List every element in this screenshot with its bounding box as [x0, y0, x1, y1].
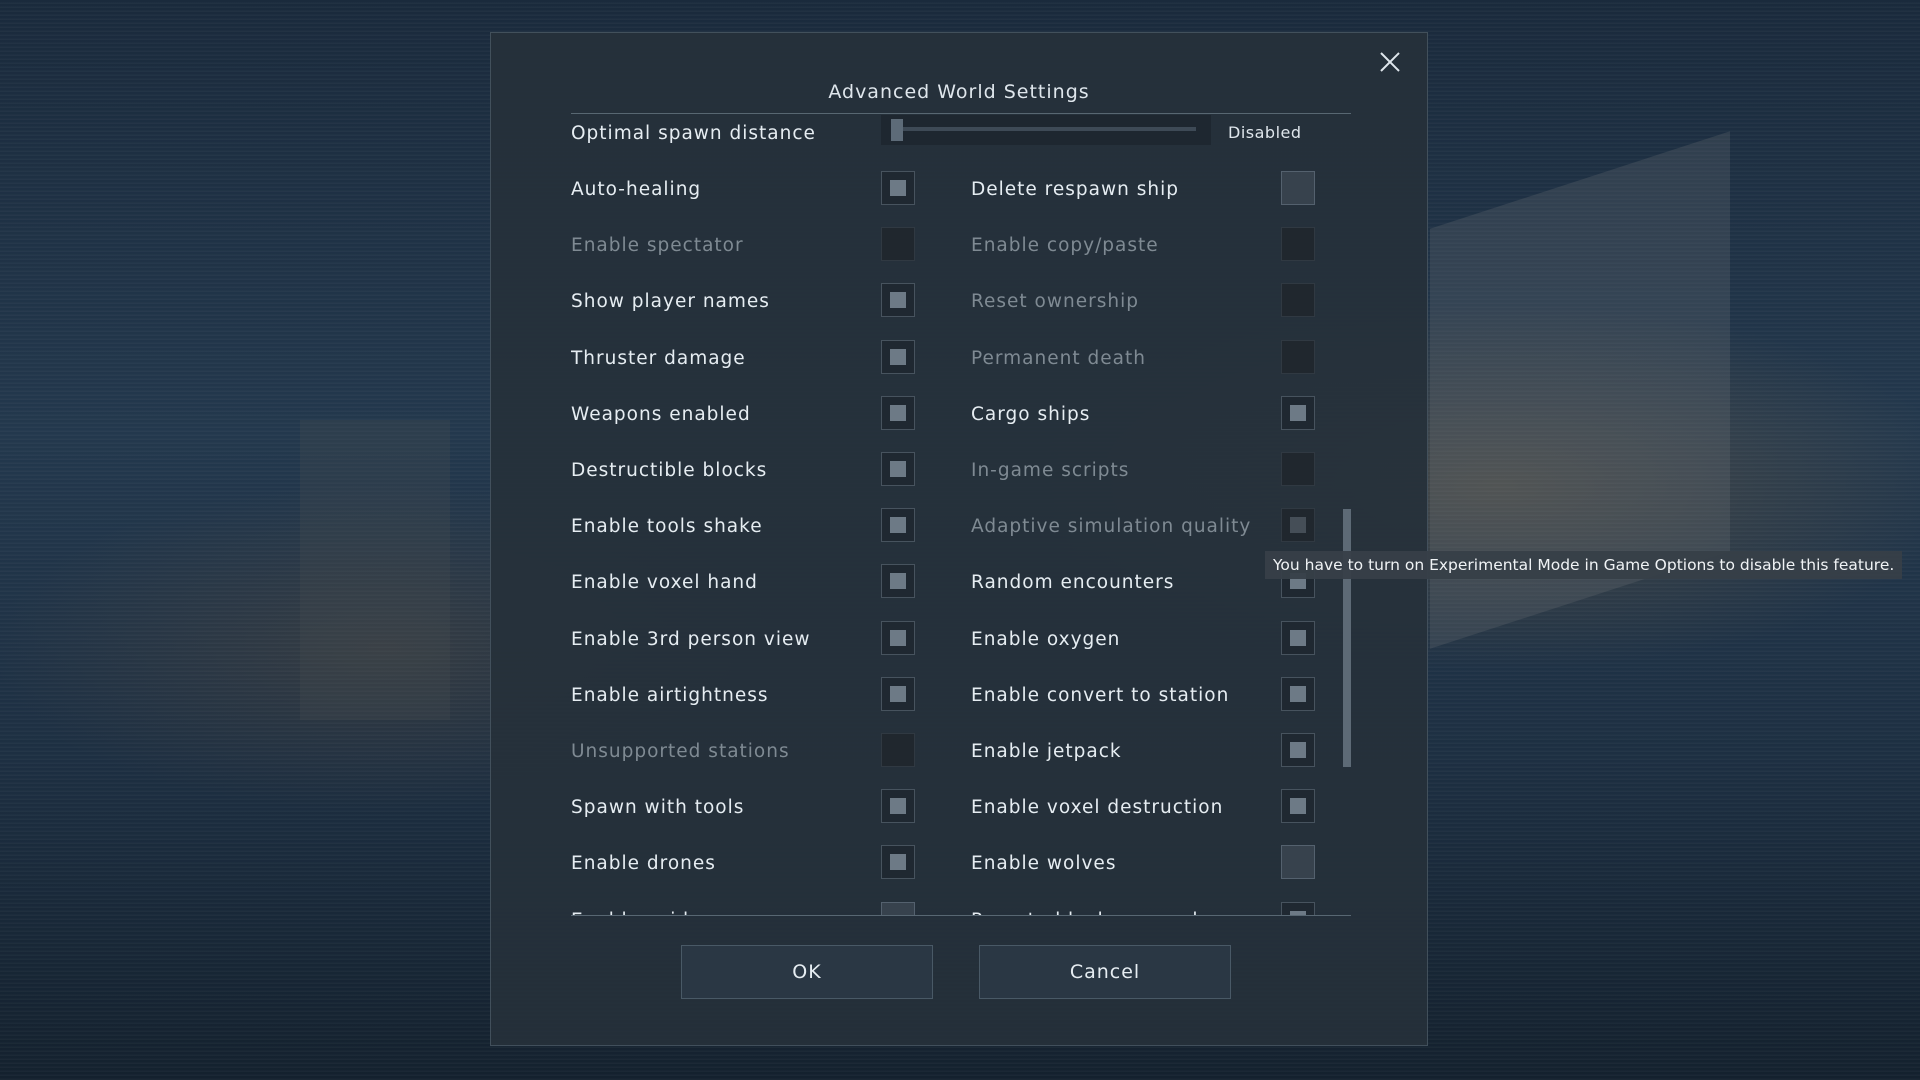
checkbox-delete-respawn-ship[interactable]: [1281, 171, 1315, 205]
checkbox-permanent-death: [1281, 340, 1315, 374]
checkmark-fill: [1290, 798, 1306, 814]
checkbox-enable-jetpack[interactable]: [1281, 733, 1315, 767]
checkmark-fill: [890, 292, 906, 308]
checkbox-enable-airtightness[interactable]: [881, 677, 915, 711]
checkmark-fill: [890, 349, 906, 365]
checkmark-fill: [1290, 742, 1306, 758]
setting-label-delete-respawn-ship: Delete respawn ship: [971, 179, 1179, 200]
scrollbar[interactable]: [1343, 509, 1351, 767]
checkbox-adaptive-simulation-quality: [1281, 508, 1315, 542]
setting-label-enable-3rd-person-view: Enable 3rd person view: [571, 629, 811, 650]
setting-label-enable-oxygen: Enable oxygen: [971, 629, 1121, 650]
checkmark-fill: [890, 461, 906, 477]
setting-label-thruster-damage: Thruster damage: [571, 348, 746, 369]
checkmark-fill: [890, 180, 906, 196]
setting-label-enable-spectator: Enable spectator: [571, 235, 744, 256]
ok-button[interactable]: OK: [681, 945, 933, 999]
checkbox-enable-3rd-person-view[interactable]: [881, 621, 915, 655]
settings-list: Optimal spawn distance Disabled Auto-hea…: [571, 115, 1351, 915]
setting-label-cargo-ships: Cargo ships: [971, 404, 1091, 425]
setting-label-weapons-enabled: Weapons enabled: [571, 404, 751, 425]
checkbox-enable-spectator: [881, 227, 915, 261]
setting-label-enable-drones: Enable drones: [571, 853, 716, 874]
checkbox-auto-healing[interactable]: [881, 171, 915, 205]
checkbox-thruster-damage[interactable]: [881, 340, 915, 374]
close-icon: [1380, 52, 1400, 72]
checkbox-destructible-blocks[interactable]: [881, 452, 915, 486]
checkbox-cargo-ships[interactable]: [1281, 396, 1315, 430]
checkbox-enable-tools-shake[interactable]: [881, 508, 915, 542]
checkbox-enable-oxygen[interactable]: [1281, 621, 1315, 655]
setting-label-adaptive-simulation-quality: Adaptive simulation quality: [971, 516, 1252, 537]
checkmark-fill: [890, 573, 906, 589]
checkbox-remote-block-removal[interactable]: [1281, 902, 1315, 915]
divider: [571, 915, 1351, 916]
background-structure: [300, 420, 450, 720]
checkbox-enable-convert-to-station[interactable]: [1281, 677, 1315, 711]
advanced-world-settings-dialog: Advanced World Settings Optimal spawn di…: [490, 32, 1428, 1046]
checkbox-unsupported-stations: [881, 733, 915, 767]
setting-label-show-player-names: Show player names: [571, 291, 770, 312]
slider-track: [891, 127, 1196, 131]
setting-label-unsupported-stations: Unsupported stations: [571, 741, 790, 762]
setting-label-enable-copy-paste: Enable copy/paste: [971, 235, 1159, 256]
slider-value: Disabled: [1228, 123, 1302, 142]
checkmark-fill: [890, 517, 906, 533]
checkmark-fill: [1290, 517, 1306, 533]
checkbox-show-player-names[interactable]: [881, 283, 915, 317]
checkmark-fill: [890, 854, 906, 870]
checkbox-enable-voxel-hand[interactable]: [881, 564, 915, 598]
setting-label-enable-voxel-destruction: Enable voxel destruction: [971, 797, 1224, 818]
divider: [571, 113, 1351, 114]
checkmark-fill: [1290, 630, 1306, 646]
close-button[interactable]: [1375, 47, 1405, 77]
dialog-title: Advanced World Settings: [828, 81, 1090, 103]
setting-label-enable-convert-to-station: Enable convert to station: [971, 685, 1230, 706]
setting-label-in-game-scripts: In-game scripts: [971, 460, 1130, 481]
checkbox-in-game-scripts: [1281, 452, 1315, 486]
checkbox-weapons-enabled[interactable]: [881, 396, 915, 430]
checkmark-fill: [1290, 686, 1306, 702]
setting-label-enable-jetpack: Enable jetpack: [971, 741, 1122, 762]
setting-label-enable-voxel-hand: Enable voxel hand: [571, 572, 758, 593]
checkmark-fill: [890, 405, 906, 421]
checkmark-fill: [890, 798, 906, 814]
setting-label-auto-healing: Auto-healing: [571, 179, 702, 200]
setting-label-enable-tools-shake: Enable tools shake: [571, 516, 763, 537]
setting-label-enable-wolves: Enable wolves: [971, 853, 1117, 874]
checkbox-enable-copy-paste: [1281, 227, 1315, 261]
setting-label-permanent-death: Permanent death: [971, 348, 1146, 369]
checkmark-fill: [890, 630, 906, 646]
setting-label-enable-airtightness: Enable airtightness: [571, 685, 769, 706]
checkbox-enable-voxel-destruction[interactable]: [1281, 789, 1315, 823]
checkbox-enable-spiders[interactable]: [881, 902, 915, 915]
slider-label: Optimal spawn distance: [571, 123, 816, 144]
checkbox-enable-wolves[interactable]: [1281, 845, 1315, 879]
cancel-button[interactable]: Cancel: [979, 945, 1231, 999]
spawn-distance-slider[interactable]: [881, 115, 1211, 145]
slider-handle[interactable]: [891, 119, 903, 141]
setting-label-spawn-with-tools: Spawn with tools: [571, 797, 745, 818]
tooltip: You have to turn on Experimental Mode in…: [1265, 551, 1903, 579]
checkmark-fill: [1290, 405, 1306, 421]
checkbox-reset-ownership: [1281, 283, 1315, 317]
setting-label-reset-ownership: Reset ownership: [971, 291, 1139, 312]
checkmark-fill: [890, 686, 906, 702]
setting-label-random-encounters: Random encounters: [971, 572, 1175, 593]
setting-label-destructible-blocks: Destructible blocks: [571, 460, 768, 481]
checkbox-enable-drones[interactable]: [881, 845, 915, 879]
checkbox-spawn-with-tools[interactable]: [881, 789, 915, 823]
